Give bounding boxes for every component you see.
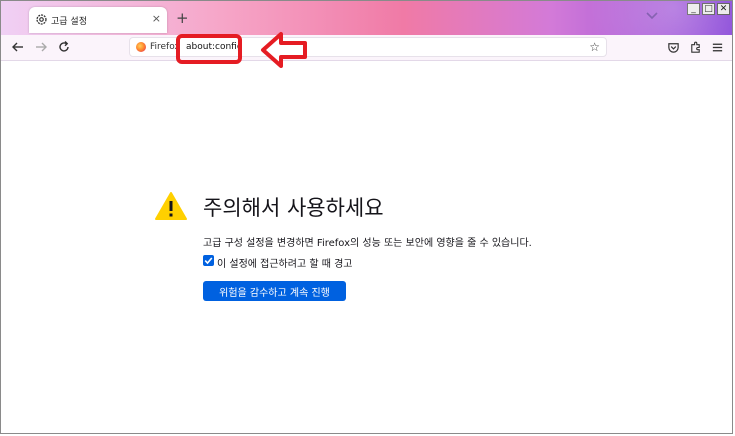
warning-description: 고급 구성 설정을 변경하면 Firefox의 성능 또는 보안에 영향을 줄 … <box>203 238 532 249</box>
window-controls: _ □ ✕ <box>687 3 730 15</box>
tab-title: 고급 설정 <box>51 17 87 27</box>
gear-icon <box>36 14 47 25</box>
minimize-button[interactable]: _ <box>687 3 700 15</box>
page-title: 주의해서 사용하세요 <box>203 196 384 220</box>
plus-icon[interactable]: + <box>176 9 189 27</box>
reload-icon[interactable] <box>57 40 71 54</box>
warning-icon <box>155 192 187 220</box>
pocket-icon[interactable] <box>667 41 680 54</box>
close-window-button[interactable]: ✕ <box>717 3 730 15</box>
warn-checkbox-label[interactable]: 이 설정에 접근하려고 할 때 경고 <box>217 255 353 270</box>
close-icon[interactable]: × <box>152 12 161 25</box>
extensions-icon[interactable] <box>689 41 702 54</box>
browser-window: 고급 설정 × + _ □ ✕ Firefox about:config ☆ 주… <box>0 0 733 434</box>
firefox-icon <box>136 42 146 52</box>
star-icon[interactable]: ☆ <box>589 40 600 54</box>
checkmark-icon <box>204 257 213 265</box>
navigation-bar: Firefox about:config ☆ <box>1 35 732 61</box>
chevron-down-icon[interactable] <box>646 11 658 21</box>
back-icon[interactable] <box>11 40 25 54</box>
menu-icon[interactable] <box>711 41 724 54</box>
title-bar: 고급 설정 × + _ □ ✕ <box>1 1 732 35</box>
url-highlight-box <box>176 34 242 64</box>
forward-icon[interactable] <box>34 40 48 54</box>
page-content: 주의해서 사용하세요 고급 구성 설정을 변경하면 Firefox의 성능 또는… <box>1 61 732 433</box>
tab-advanced-settings[interactable]: 고급 설정 × <box>29 7 167 33</box>
warn-checkbox[interactable] <box>203 255 214 266</box>
maximize-button[interactable]: □ <box>702 3 715 15</box>
accept-risk-button[interactable]: 위험을 감수하고 계속 진행 <box>203 281 346 301</box>
